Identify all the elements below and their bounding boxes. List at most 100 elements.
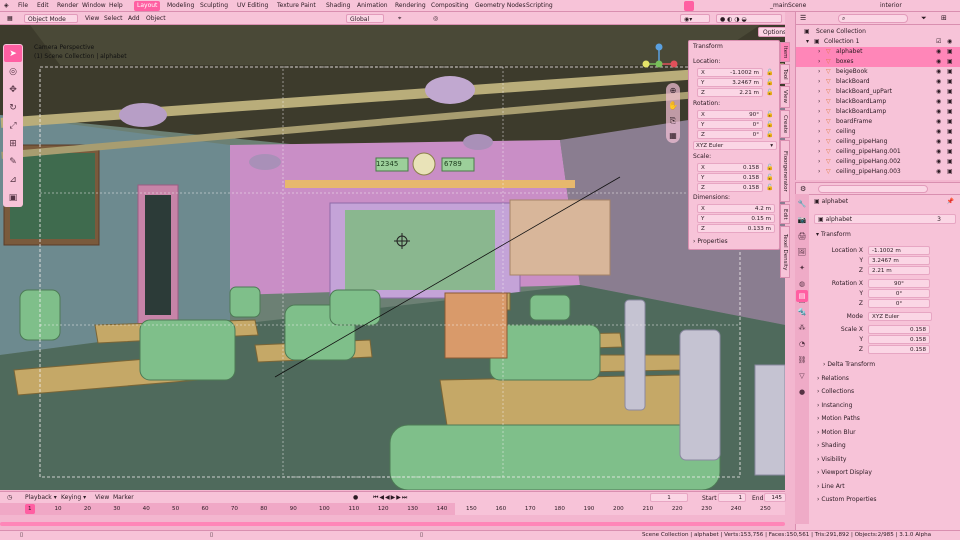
- object-data-name-field[interactable]: ▣ alphabet 3: [814, 214, 956, 224]
- dimension-z-field[interactable]: Z 0.133 m: [697, 224, 775, 233]
- properties-section-delta-transform[interactable]: › Delta Transform: [823, 360, 875, 370]
- outliner-item[interactable]: › ▽ ceiling_pipeHang ◉ ▣: [796, 137, 960, 147]
- location-z-field[interactable]: Z 2.21 m: [697, 88, 763, 97]
- end-frame-field[interactable]: 145: [764, 493, 786, 502]
- tab-edit[interactable]: Edit: [780, 204, 790, 224]
- transform-tool-icon[interactable]: ⊞: [4, 135, 22, 152]
- outliner-editor-icon[interactable]: ☰: [800, 14, 806, 22]
- dimension-y-field[interactable]: Y 0.15 m: [697, 214, 775, 223]
- scale-tool-icon[interactable]: ⤢: [4, 117, 22, 134]
- lock-icon[interactable]: 🔓: [766, 111, 773, 118]
- location-y-field[interactable]: Y 3.2467 m: [697, 78, 763, 87]
- scene-name[interactable]: _mainScene: [770, 2, 806, 9]
- proportional-edit-icon[interactable]: ◎: [430, 14, 441, 23]
- prop-scale-y[interactable]: 0.158: [868, 335, 930, 344]
- output-tab-icon[interactable]: 🖨: [796, 230, 808, 242]
- data-tab-icon[interactable]: ▽: [796, 370, 808, 382]
- options-dropdown[interactable]: Options: [758, 27, 785, 37]
- timeline-scrollbar[interactable]: [0, 522, 785, 526]
- prop-rotation-y[interactable]: 0°: [868, 289, 930, 298]
- eye-icon[interactable]: ◉: [936, 87, 941, 97]
- eye-icon[interactable]: ◉: [936, 157, 941, 167]
- menu-help[interactable]: Help: [109, 2, 123, 9]
- tab-create[interactable]: Create: [780, 110, 790, 138]
- transform-section-header[interactable]: ▾ Transform: [816, 231, 851, 238]
- select-box-tool-icon[interactable]: ➤: [4, 45, 22, 62]
- render-tab-icon[interactable]: 📷: [796, 214, 808, 226]
- physics-tab-icon[interactable]: ◔: [796, 338, 808, 350]
- viewport-menu-view[interactable]: View: [82, 14, 102, 23]
- tab-texture-paint[interactable]: Texture Paint: [274, 1, 319, 11]
- modifier-tab-icon[interactable]: 🔩: [796, 306, 808, 318]
- playback-controls[interactable]: ⏮◀◀▶▶⏭: [370, 493, 411, 502]
- chevron-right-icon[interactable]: ›: [818, 47, 820, 57]
- outliner-search-input[interactable]: ⌕: [838, 14, 908, 23]
- properties-section-motion-paths[interactable]: › Motion Paths: [817, 414, 860, 424]
- move-tool-icon[interactable]: ✥: [4, 81, 22, 98]
- properties-section-line-art[interactable]: › Line Art: [817, 482, 845, 492]
- render-camera-icon[interactable]: ▣: [947, 87, 953, 97]
- lock-icon[interactable]: 🔓: [766, 121, 773, 128]
- tab-modeling[interactable]: Modeling: [164, 1, 197, 11]
- eye-icon[interactable]: ◉: [936, 107, 941, 117]
- eye-icon[interactable]: ◉: [947, 37, 952, 47]
- playback-menu[interactable]: Playback ▾: [22, 493, 60, 502]
- outliner-item[interactable]: › ▽ ceiling_pipeHang.001 ◉ ▣: [796, 147, 960, 157]
- pin-icon[interactable]: 📌: [947, 198, 954, 205]
- snap-icon[interactable]: ⌖: [395, 14, 404, 23]
- tab-shading[interactable]: Shading: [323, 1, 353, 11]
- scene-tab-icon[interactable]: ✦: [796, 262, 808, 274]
- tab-view[interactable]: View: [780, 86, 790, 108]
- tab-tool[interactable]: Tool: [780, 64, 790, 84]
- tab-sculpting[interactable]: Sculpting: [197, 1, 231, 11]
- measure-tool-icon[interactable]: ⊿: [4, 171, 22, 188]
- outliner-item[interactable]: › ▽ blackBoard ◉ ▣: [796, 77, 960, 87]
- tab-item[interactable]: Item: [780, 42, 790, 62]
- lock-icon[interactable]: 🔓: [766, 164, 773, 171]
- prop-location-z[interactable]: 2.21 m: [868, 266, 930, 275]
- rotation-mode-dropdown[interactable]: XYZ Euler ▾: [693, 141, 777, 150]
- start-frame-field[interactable]: 1: [718, 493, 746, 502]
- lock-icon[interactable]: 🔓: [766, 89, 773, 96]
- material-tab-icon[interactable]: ●: [796, 386, 808, 398]
- chevron-right-icon[interactable]: ›: [818, 107, 820, 117]
- chevron-right-icon[interactable]: ›: [818, 117, 820, 127]
- outliner-item[interactable]: › ▽ boardFrame ◉ ▣: [796, 117, 960, 127]
- scale-x-field[interactable]: X 0.158: [697, 163, 763, 172]
- record-icon[interactable]: ●: [350, 493, 361, 502]
- tab-geometry-nodes[interactable]: Geometry Nodes: [472, 1, 529, 11]
- rotation-y-field[interactable]: Y 0°: [697, 120, 763, 129]
- tab-scripting[interactable]: Scripting: [523, 1, 556, 11]
- render-camera-icon[interactable]: ▣: [947, 117, 953, 127]
- outliner-item[interactable]: › ▽ boxes ◉ ▣: [796, 57, 960, 67]
- eye-icon[interactable]: ◉: [936, 67, 941, 77]
- checkbox-icon[interactable]: ☑: [936, 37, 941, 47]
- orientation-dropdown[interactable]: Global: [346, 14, 384, 23]
- menu-edit[interactable]: Edit: [37, 2, 49, 9]
- lock-icon[interactable]: 🔓: [766, 174, 773, 181]
- chevron-right-icon[interactable]: ›: [818, 137, 820, 147]
- camera-view-icon[interactable]: ⎘: [666, 113, 680, 128]
- prop-location-x[interactable]: -1.1002 m: [868, 246, 930, 255]
- properties-section-shading[interactable]: › Shading: [817, 441, 846, 451]
- object-name-row[interactable]: ▣ alphabet 📌: [814, 198, 954, 208]
- outliner-item[interactable]: › ▽ beigeBook ◉ ▣: [796, 67, 960, 77]
- render-camera-icon[interactable]: ▣: [947, 77, 953, 87]
- eye-icon[interactable]: ◉: [936, 77, 941, 87]
- pan-hand-icon[interactable]: ✋: [666, 98, 680, 113]
- eye-icon[interactable]: ◉: [936, 167, 941, 177]
- constraints-tab-icon[interactable]: ⛓: [796, 354, 808, 366]
- chevron-right-icon[interactable]: ›: [818, 57, 820, 67]
- menu-window[interactable]: Window: [82, 2, 106, 9]
- 3d-viewport[interactable]: 12345 6789 ⊕ ✋ ⎘ ▦ Options: [0, 25, 785, 490]
- render-camera-icon[interactable]: ▣: [947, 147, 953, 157]
- mode-dropdown[interactable]: Object Mode: [24, 14, 78, 23]
- chevron-right-icon[interactable]: ›: [818, 77, 820, 87]
- marker-menu[interactable]: Marker: [110, 493, 137, 502]
- prop-rotation-x[interactable]: 90°: [868, 279, 930, 288]
- rotate-tool-icon[interactable]: ↻: [4, 99, 22, 116]
- timeline[interactable]: 1 10 20 30 40 50 60 70 80 90 100 110 120 130 140 150 160…: [0, 503, 785, 530]
- properties-search-input[interactable]: [818, 185, 928, 193]
- transform-header[interactable]: Transform: [693, 43, 777, 52]
- grid-icon[interactable]: ▦: [666, 128, 680, 143]
